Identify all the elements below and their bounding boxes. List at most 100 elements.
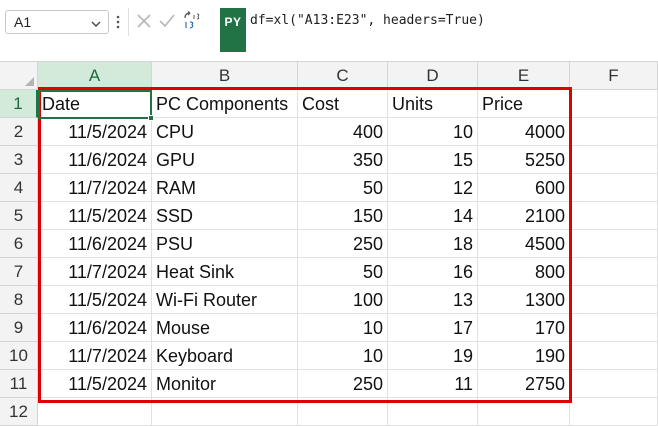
table-cell[interactable]: 190 xyxy=(478,342,570,370)
empty-cell[interactable] xyxy=(570,258,658,286)
table-cell[interactable]: Keyboard xyxy=(152,342,298,370)
table-cell[interactable]: 50 xyxy=(298,258,388,286)
table-cell[interactable]: 2750 xyxy=(478,370,570,398)
table-cell[interactable]: 250 xyxy=(298,370,388,398)
table-cell[interactable]: 10 xyxy=(298,314,388,342)
column-header-c[interactable]: C xyxy=(298,62,388,90)
table-cell[interactable]: 18 xyxy=(388,230,478,258)
table-header-cell[interactable]: Date xyxy=(38,90,152,118)
table-cell[interactable]: 13 xyxy=(388,286,478,314)
column-header-b[interactable]: B xyxy=(152,62,298,90)
row-header-4[interactable]: 4 xyxy=(0,174,38,202)
table-cell[interactable]: Monitor xyxy=(152,370,298,398)
empty-cell[interactable] xyxy=(570,342,658,370)
table-cell[interactable]: 800 xyxy=(478,258,570,286)
empty-cell[interactable] xyxy=(478,398,570,426)
row-header-10[interactable]: 10 xyxy=(0,342,38,370)
row-header-5[interactable]: 5 xyxy=(0,202,38,230)
table-cell[interactable]: 11/7/2024 xyxy=(38,258,152,286)
empty-cell[interactable] xyxy=(152,398,298,426)
empty-cell[interactable] xyxy=(388,398,478,426)
table-cell[interactable]: 19 xyxy=(388,342,478,370)
table-cell[interactable]: 10 xyxy=(388,118,478,146)
table-cell[interactable]: 11/5/2024 xyxy=(38,118,152,146)
table-header-cell[interactable]: Cost xyxy=(298,90,388,118)
table-header-cell[interactable]: PC Components xyxy=(152,90,298,118)
close-icon[interactable] xyxy=(134,10,154,32)
row-header-1[interactable]: 1 xyxy=(0,90,38,118)
row-header-2[interactable]: 2 xyxy=(0,118,38,146)
table-cell[interactable]: 350 xyxy=(298,146,388,174)
empty-cell[interactable] xyxy=(570,90,658,118)
table-cell[interactable]: 11/7/2024 xyxy=(38,342,152,370)
table-cell[interactable]: Mouse xyxy=(152,314,298,342)
row-header-3[interactable]: 3 xyxy=(0,146,38,174)
table-header-cell[interactable]: Units xyxy=(388,90,478,118)
row-header-9[interactable]: 9 xyxy=(0,314,38,342)
table-cell[interactable]: PSU xyxy=(152,230,298,258)
column-header-f[interactable]: F xyxy=(570,62,658,90)
table-cell[interactable]: 11/5/2024 xyxy=(38,202,152,230)
table-cell[interactable]: 250 xyxy=(298,230,388,258)
name-box[interactable]: A1 xyxy=(5,10,109,34)
name-box-value: A1 xyxy=(14,14,32,30)
table-header-cell[interactable]: Price xyxy=(478,90,570,118)
row-header-11[interactable]: 11 xyxy=(0,370,38,398)
empty-cell[interactable] xyxy=(570,398,658,426)
row-header-12[interactable]: 12 xyxy=(0,398,38,426)
chevron-down-icon[interactable] xyxy=(90,15,102,29)
table-cell[interactable]: 4500 xyxy=(478,230,570,258)
table-cell[interactable]: 11/6/2024 xyxy=(38,314,152,342)
table-cell[interactable]: RAM xyxy=(152,174,298,202)
empty-cell[interactable] xyxy=(38,398,152,426)
table-cell[interactable]: GPU xyxy=(152,146,298,174)
table-cell[interactable]: Wi-Fi Router xyxy=(152,286,298,314)
table-cell[interactable]: SSD xyxy=(152,202,298,230)
table-cell[interactable]: 400 xyxy=(298,118,388,146)
table-cell[interactable]: CPU xyxy=(152,118,298,146)
python-output-type-icon[interactable] xyxy=(181,10,201,32)
table-cell[interactable]: 15 xyxy=(388,146,478,174)
column-header-a[interactable]: A xyxy=(38,62,152,90)
empty-cell[interactable] xyxy=(570,286,658,314)
table-cell[interactable]: 1300 xyxy=(478,286,570,314)
formula-input[interactable]: df=xl("A13:E23", headers=True) xyxy=(250,13,485,28)
table-cell[interactable]: 11/5/2024 xyxy=(38,370,152,398)
table-cell[interactable]: 10 xyxy=(298,342,388,370)
table-cell[interactable]: 4000 xyxy=(478,118,570,146)
empty-cell[interactable] xyxy=(570,230,658,258)
table-cell[interactable]: 600 xyxy=(478,174,570,202)
column-header-d[interactable]: D xyxy=(388,62,478,90)
row-header-7[interactable]: 7 xyxy=(0,258,38,286)
empty-cell[interactable] xyxy=(570,314,658,342)
table-cell[interactable]: 11/6/2024 xyxy=(38,230,152,258)
row-header-6[interactable]: 6 xyxy=(0,230,38,258)
empty-cell[interactable] xyxy=(570,370,658,398)
checkmark-icon[interactable] xyxy=(157,10,177,32)
table-cell[interactable]: 11/7/2024 xyxy=(38,174,152,202)
empty-cell[interactable] xyxy=(298,398,388,426)
fill-handle[interactable] xyxy=(148,115,154,121)
table-cell[interactable]: 11/5/2024 xyxy=(38,286,152,314)
empty-cell[interactable] xyxy=(570,174,658,202)
table-cell[interactable]: 17 xyxy=(388,314,478,342)
table-cell[interactable]: 50 xyxy=(298,174,388,202)
table-cell[interactable]: 11 xyxy=(388,370,478,398)
empty-cell[interactable] xyxy=(570,146,658,174)
table-cell[interactable]: 11/6/2024 xyxy=(38,146,152,174)
table-cell[interactable]: 16 xyxy=(388,258,478,286)
table-cell[interactable]: 2100 xyxy=(478,202,570,230)
empty-cell[interactable] xyxy=(570,202,658,230)
vertical-dots-icon[interactable] xyxy=(116,14,120,30)
column-header-e[interactable]: E xyxy=(478,62,570,90)
table-cell[interactable]: 12 xyxy=(388,174,478,202)
table-cell[interactable]: 150 xyxy=(298,202,388,230)
table-cell[interactable]: 5250 xyxy=(478,146,570,174)
table-cell[interactable]: Heat Sink xyxy=(152,258,298,286)
empty-cell[interactable] xyxy=(570,118,658,146)
table-cell[interactable]: 170 xyxy=(478,314,570,342)
table-cell[interactable]: 14 xyxy=(388,202,478,230)
table-cell[interactable]: 100 xyxy=(298,286,388,314)
select-all-corner[interactable] xyxy=(0,62,38,90)
row-header-8[interactable]: 8 xyxy=(0,286,38,314)
